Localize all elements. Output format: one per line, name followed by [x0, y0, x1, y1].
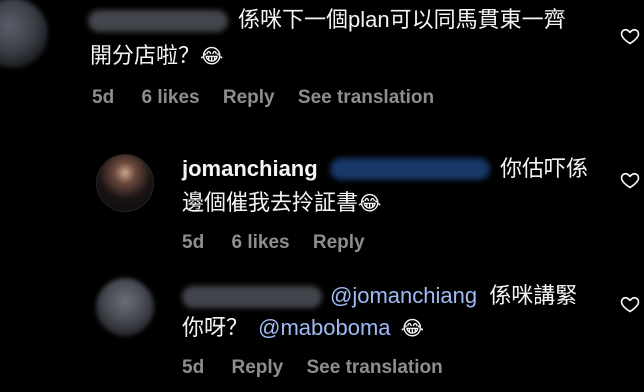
comment-text-line-2: 邊個催我去拎証書😂	[182, 187, 381, 220]
blurred-mention[interactable]	[330, 158, 490, 180]
comment-text: 係咪講緊	[489, 283, 578, 308]
comment-text: 開分店啦？	[90, 43, 201, 68]
comment-text-line-1: @jomanchiang 係咪講緊	[330, 280, 577, 312]
comment-meta: 5d 6 likes Reply	[182, 232, 365, 254]
blurred-username[interactable]	[182, 286, 322, 308]
timestamp: 5d	[182, 357, 205, 378]
mention-link[interactable]: @jomanchiang	[330, 283, 477, 308]
comment-text: 邊個催我去拎証書	[182, 190, 359, 215]
comment-text: 你呀？	[182, 315, 249, 340]
comment-meta: 5d 6 likes Reply See translation	[92, 87, 434, 109]
reply-button[interactable]: Reply	[313, 232, 365, 254]
timestamp: 5d	[92, 87, 115, 108]
likes-count[interactable]: 6 likes	[231, 232, 289, 254]
blurred-username[interactable]	[88, 10, 228, 32]
comment-text-line-1: 係咪下一個plan可以同馬貫東一齊	[238, 7, 566, 32]
heart-outline-icon[interactable]	[620, 294, 640, 314]
heart-outline-icon[interactable]	[620, 26, 640, 46]
comment-text-line-1: 你估吓係	[500, 156, 589, 181]
see-translation-button[interactable]: See translation	[298, 87, 434, 109]
see-translation-button[interactable]: See translation	[307, 357, 443, 379]
comment-text-line-2: 開分店啦？😂	[90, 40, 223, 73]
comment-meta: 5d Reply See translation	[182, 357, 443, 379]
tears-of-joy-emoji-icon: 😂	[358, 193, 382, 215]
avatar[interactable]	[96, 278, 154, 336]
avatar[interactable]	[96, 154, 154, 212]
tears-of-joy-emoji-icon: 😂	[400, 318, 425, 340]
comment-text-line-2: 你呀？ @maboboma 😂	[182, 312, 424, 345]
avatar[interactable]	[0, 0, 48, 68]
reply-button[interactable]: Reply	[223, 87, 275, 109]
heart-outline-icon[interactable]	[620, 170, 640, 190]
comment-line-1: jomanchiang	[182, 153, 318, 185]
tears-of-joy-emoji-icon: 😂	[200, 46, 224, 68]
likes-count[interactable]: 6 likes	[141, 87, 199, 109]
mention-link[interactable]: @maboboma	[258, 315, 390, 340]
username[interactable]: jomanchiang	[182, 156, 318, 181]
reply-button[interactable]: Reply	[231, 357, 283, 379]
timestamp: 5d	[182, 232, 205, 253]
